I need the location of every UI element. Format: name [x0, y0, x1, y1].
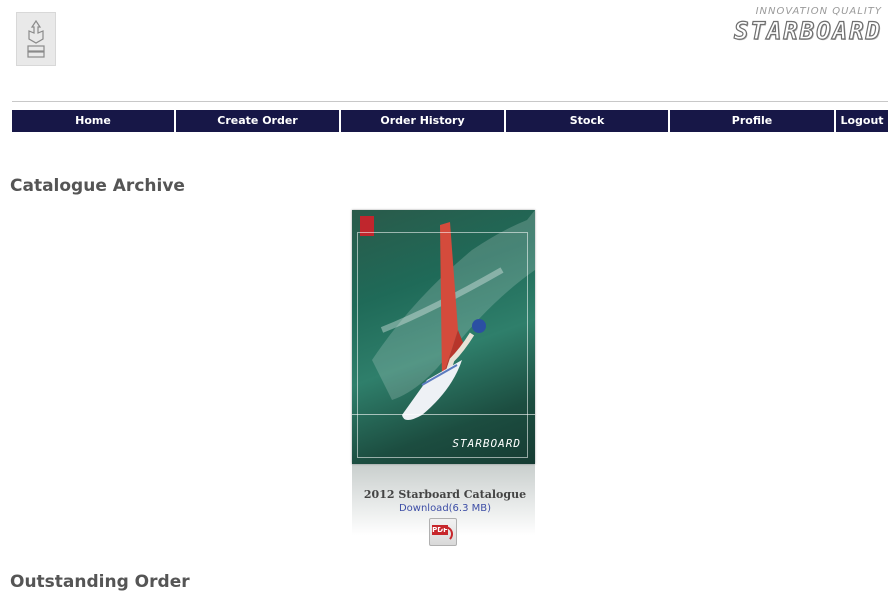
- download-link[interactable]: Download(6.3 MB): [340, 503, 550, 514]
- catalogue-cover-image[interactable]: STARBOARD: [352, 210, 535, 464]
- header-divider: [12, 101, 888, 102]
- nav-create-order[interactable]: Create Order: [176, 110, 339, 132]
- nav-logout[interactable]: Logout: [836, 110, 888, 132]
- pdf-icon[interactable]: PDF: [429, 518, 457, 546]
- brand-wordmark: STARBOARD: [733, 17, 882, 45]
- nav-profile[interactable]: Profile: [670, 110, 834, 132]
- starboard-emblem-icon: [27, 19, 45, 58]
- nav-order-history[interactable]: Order History: [341, 110, 504, 132]
- outstanding-order-heading: Outstanding Order: [10, 572, 190, 592]
- nav-home[interactable]: Home: [12, 110, 174, 132]
- cover-divider: [352, 414, 535, 415]
- cover-frame: [357, 232, 528, 458]
- nav-stock[interactable]: Stock: [506, 110, 668, 132]
- brand-logo: INNOVATION QUALITY STARBOARD: [672, 6, 882, 46]
- company-logo: [16, 12, 56, 66]
- catalogue-title: 2012 Starboard Catalogue: [363, 488, 527, 501]
- catalogue-archive-heading: Catalogue Archive: [10, 176, 185, 196]
- main-nav: Home Create Order Order History Stock Pr…: [12, 110, 888, 132]
- cover-brand: STARBOARD: [452, 437, 521, 450]
- acrobat-swirl-icon: [437, 526, 453, 542]
